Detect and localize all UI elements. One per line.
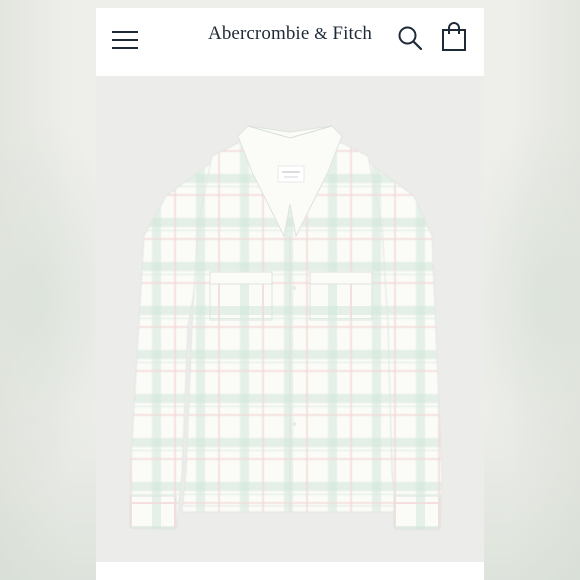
product-image-area (96, 76, 484, 562)
top-navigation-bar: Abercrombie & Fitch (96, 8, 484, 76)
brand-logo-tail: Fitch (332, 23, 372, 44)
search-icon[interactable] (396, 24, 424, 52)
product-shirt-image (129, 125, 443, 531)
brand-logo-amp: & (314, 24, 328, 43)
bottom-strip (96, 562, 484, 580)
shopping-bag-icon[interactable] (440, 22, 468, 52)
brand-logo-main: Abercrombie (208, 23, 310, 44)
app-screen: Abercrombie & Fitch (96, 8, 484, 580)
brand-logo[interactable]: Abercrombie & Fitch (96, 23, 484, 45)
